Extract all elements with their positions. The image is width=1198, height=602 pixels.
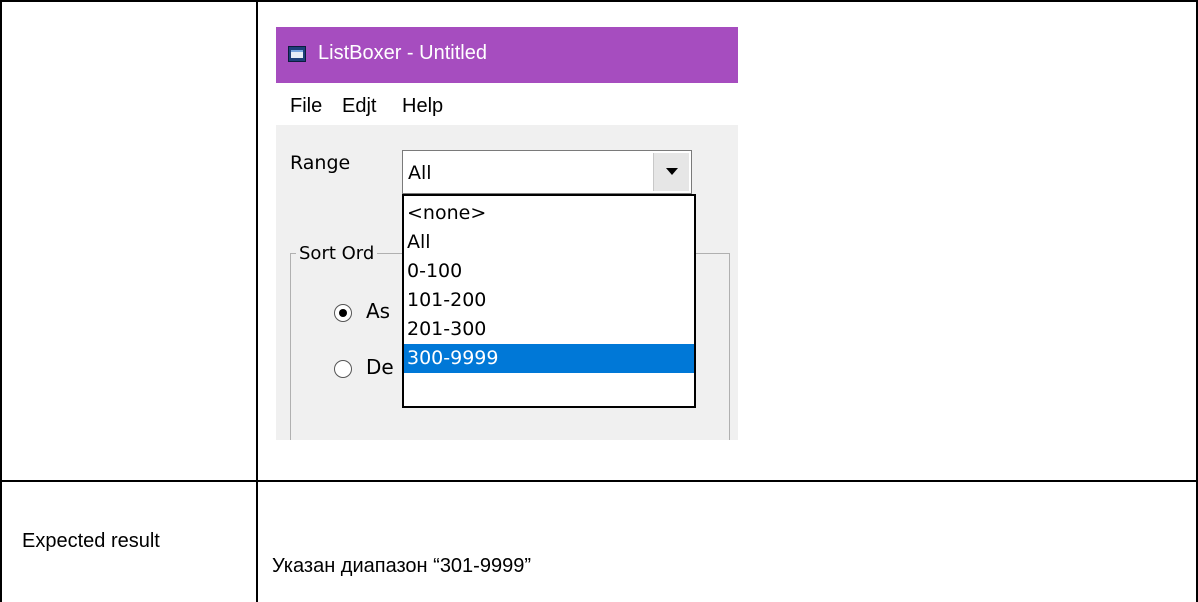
listboxer-window: ListBoxer - Untitled File Edjt Help Rang… bbox=[276, 27, 738, 440]
expected-result-label: Expected result bbox=[22, 530, 160, 552]
expected-result-value: Указан диапазон “301-9999” bbox=[272, 555, 531, 577]
option-none[interactable]: <none> bbox=[404, 199, 694, 228]
dropdown-button[interactable] bbox=[653, 153, 689, 191]
option-300-9999[interactable]: 300-9999 bbox=[404, 344, 694, 373]
option-101-200[interactable]: 101-200 bbox=[404, 286, 694, 315]
menu-file[interactable]: File bbox=[290, 95, 322, 118]
menu-edit[interactable]: Edjt bbox=[342, 95, 376, 118]
radio-selected-dot bbox=[339, 309, 347, 317]
window-title: ListBoxer - Untitled bbox=[318, 42, 487, 64]
chevron-down-icon bbox=[666, 168, 678, 175]
radio-ascending-label: As bbox=[366, 299, 391, 323]
range-label: Range bbox=[290, 152, 351, 174]
range-selected-value: All bbox=[408, 162, 432, 184]
range-combobox[interactable]: All bbox=[402, 150, 692, 194]
app-window-icon bbox=[288, 46, 306, 62]
title-bar: ListBoxer - Untitled bbox=[276, 27, 738, 83]
menu-help[interactable]: Help bbox=[402, 95, 443, 118]
menu-bar: File Edjt Help bbox=[276, 83, 738, 125]
range-dropdown-list: <none> All 0-100 101-200 201-300 300-999… bbox=[402, 194, 696, 408]
sort-order-caption: Sort Ord bbox=[296, 243, 378, 264]
option-201-300[interactable]: 201-300 bbox=[404, 315, 694, 344]
radio-descending-label: De bbox=[366, 355, 394, 379]
table-top-border bbox=[0, 0, 1198, 2]
table-row-divider bbox=[0, 480, 1198, 482]
table-left-border bbox=[0, 0, 2, 602]
option-all[interactable]: All bbox=[404, 228, 694, 257]
radio-ascending[interactable] bbox=[334, 304, 352, 322]
radio-descending[interactable] bbox=[334, 360, 352, 378]
table-column-divider bbox=[256, 0, 258, 602]
option-0-100[interactable]: 0-100 bbox=[404, 257, 694, 286]
